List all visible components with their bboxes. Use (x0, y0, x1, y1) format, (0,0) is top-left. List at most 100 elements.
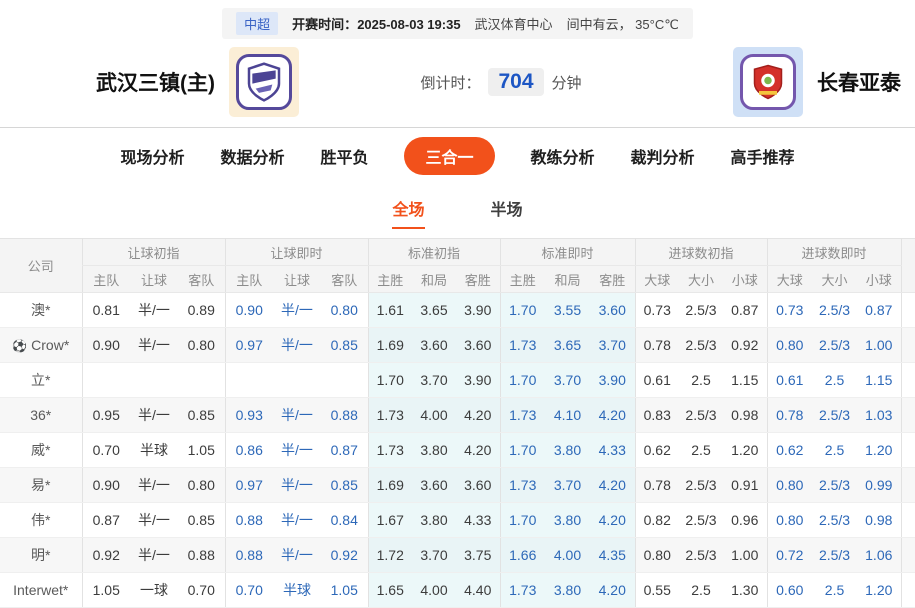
match-info-strip: 中超 开赛时间：2025-08-03 19:35 武汉体育中心 间中有云， 35… (222, 8, 693, 39)
company-cell: 立* (0, 362, 82, 398)
odds-cell: 0.87 (81, 502, 130, 538)
odds-cell: 0.80 (766, 327, 813, 363)
odds-cell: 1.00 (857, 327, 902, 363)
away-team-badge (732, 47, 803, 117)
sub-col-header: 主队 (81, 265, 130, 293)
odds-cell: 1.20 (723, 432, 768, 468)
nav-tab-referee-analysis[interactable]: 裁判分析 (631, 144, 695, 168)
period-subtabs: 全场 半场 (0, 183, 915, 229)
odds-cell: 2.5/3 (679, 292, 723, 328)
away-team-name: 长春亚泰 (816, 72, 901, 95)
odds-cell: 4.33 (456, 502, 500, 538)
odds-cell: 0.96 (723, 502, 768, 538)
subtab-full-match[interactable]: 全场 (392, 196, 425, 229)
table-row: 36* 0.95 半/一 0.85 0.93 半/一 0.88 1.73 4.00 4.20 1.7… (0, 397, 915, 433)
odds-cell: 3.70 (412, 362, 456, 398)
odds-cell: 1.15 (857, 362, 902, 398)
sub-col-header: 小球 (723, 265, 768, 293)
company-cell: ⚽ Crow* (0, 327, 82, 363)
odds-cell: 0.95 (81, 397, 130, 433)
odds-cell: 1.30 (723, 572, 768, 608)
odds-cell: 0.92 (81, 537, 130, 573)
odds-cell: 0.73 (634, 292, 679, 328)
odds-cell: 0.92 (723, 327, 768, 363)
company-cell: 伟* (0, 502, 82, 538)
odds-cell: 半/一 (273, 502, 321, 538)
company-cell: 澳* (0, 292, 82, 328)
odds-cell: 0.70 (178, 572, 225, 608)
table-row: 明* 0.92 半/一 0.88 0.88 半/一 0.92 1.72 3.70 3.75 1.66… (0, 537, 915, 573)
odds-cell: 0.85 (321, 467, 368, 503)
filler-cell (900, 572, 915, 608)
odds-cell: 3.70 (590, 327, 635, 363)
home-badge-shield-icon (236, 54, 292, 110)
table-row: 立* 1.70 3.70 3.90 1.70 3.70 3.90 0.61 2.5 1.15 0.6… (0, 362, 915, 398)
odds-cell: 1.69 (367, 467, 412, 503)
top-info-bar: 中超 开赛时间：2025-08-03 19:35 武汉体育中心 间中有云， 35… (0, 0, 915, 39)
odds-cell: 2.5 (812, 572, 858, 608)
odds-cell: 0.97 (224, 327, 273, 363)
odds-cell: 3.90 (456, 292, 500, 328)
odds-cell: 0.93 (224, 397, 273, 433)
group-header-standard-initial: 标准初指 (367, 238, 500, 266)
col-header-filler (900, 238, 915, 293)
odds-cell: 半球 (130, 432, 178, 468)
table-row: 伟* 0.87 半/一 0.85 0.88 半/一 0.84 1.67 3.80 4.33 1.70… (0, 502, 915, 538)
nav-tab-scene-analysis[interactable]: 现场分析 (120, 144, 184, 168)
odds-cell: 1.70 (499, 432, 545, 468)
subtab-half-match[interactable]: 半场 (491, 196, 523, 229)
odds-cell: 0.80 (178, 327, 225, 363)
league-tag[interactable]: 中超 (236, 12, 279, 35)
odds-cell: 3.90 (456, 362, 500, 398)
odds-cell: 半/一 (273, 537, 321, 573)
filler-cell (900, 292, 915, 328)
odds-cell: 半/一 (273, 327, 321, 363)
group-header-standard-live: 标准即时 (499, 238, 635, 266)
nav-tab-data-analysis[interactable]: 数据分析 (220, 144, 284, 168)
nav-tab-coach-analysis[interactable]: 教练分析 (531, 144, 595, 168)
odds-cell: 0.80 (766, 467, 813, 503)
odds-cell (321, 362, 368, 398)
odds-cell: 1.05 (81, 572, 130, 608)
table-row: ⚽ Crow* 0.90 半/一 0.80 0.97 半/一 0.85 1.69 3.60 3.60… (0, 327, 915, 363)
odds-cell: 2.5/3 (812, 397, 858, 433)
odds-cell: 1.69 (367, 327, 412, 363)
company-name: 36* (30, 407, 52, 423)
odds-cell: 1.20 (857, 572, 902, 608)
company-name: Interwet* (13, 582, 69, 598)
nav-tab-three-in-one[interactable]: 三合一 (404, 137, 495, 175)
odds-cell: 1.00 (723, 537, 768, 573)
countdown-unit: 分钟 (551, 74, 582, 92)
nav-tab-win-draw-lose[interactable]: 胜平负 (320, 144, 368, 168)
odds-cell: 4.00 (545, 537, 590, 573)
odds-cell: 半/一 (130, 537, 178, 573)
odds-cell: 0.90 (81, 327, 130, 363)
odds-cell: 2.5 (812, 362, 858, 398)
company-name: 明* (31, 547, 51, 563)
group-header-goals-live: 进球数即时 (766, 238, 902, 266)
odds-cell: 2.5/3 (679, 327, 723, 363)
odds-cell (178, 362, 225, 398)
odds-cell: 3.70 (412, 537, 456, 573)
odds-cell: 1.67 (367, 502, 412, 538)
nav-tab-expert-picks[interactable]: 高手推荐 (731, 144, 795, 168)
odds-cell: 2.5 (679, 572, 723, 608)
odds-cell: 4.10 (545, 397, 590, 433)
odds-cell: 0.91 (723, 467, 768, 503)
odds-cell: 0.78 (766, 397, 813, 433)
odds-cell: 4.20 (590, 467, 635, 503)
odds-cell: 0.86 (224, 432, 273, 468)
odds-cell: 1.73 (499, 397, 545, 433)
odds-cell: 1.15 (723, 362, 768, 398)
odds-cell (224, 362, 273, 398)
odds-cell: 半/一 (130, 327, 178, 363)
company-name: 立* (31, 372, 51, 388)
odds-cell: 2.5 (812, 432, 858, 468)
nav-tabs: 现场分析 数据分析 胜平负 三合一 教练分析 裁判分析 高手推荐 (0, 127, 915, 183)
sub-col-header: 让球 (273, 265, 321, 293)
odds-cell: 3.80 (545, 432, 590, 468)
odds-cell: 2.5/3 (679, 502, 723, 538)
odds-cell: 0.97 (224, 467, 273, 503)
odds-cell: 1.66 (499, 537, 545, 573)
odds-cell: 半/一 (273, 432, 321, 468)
